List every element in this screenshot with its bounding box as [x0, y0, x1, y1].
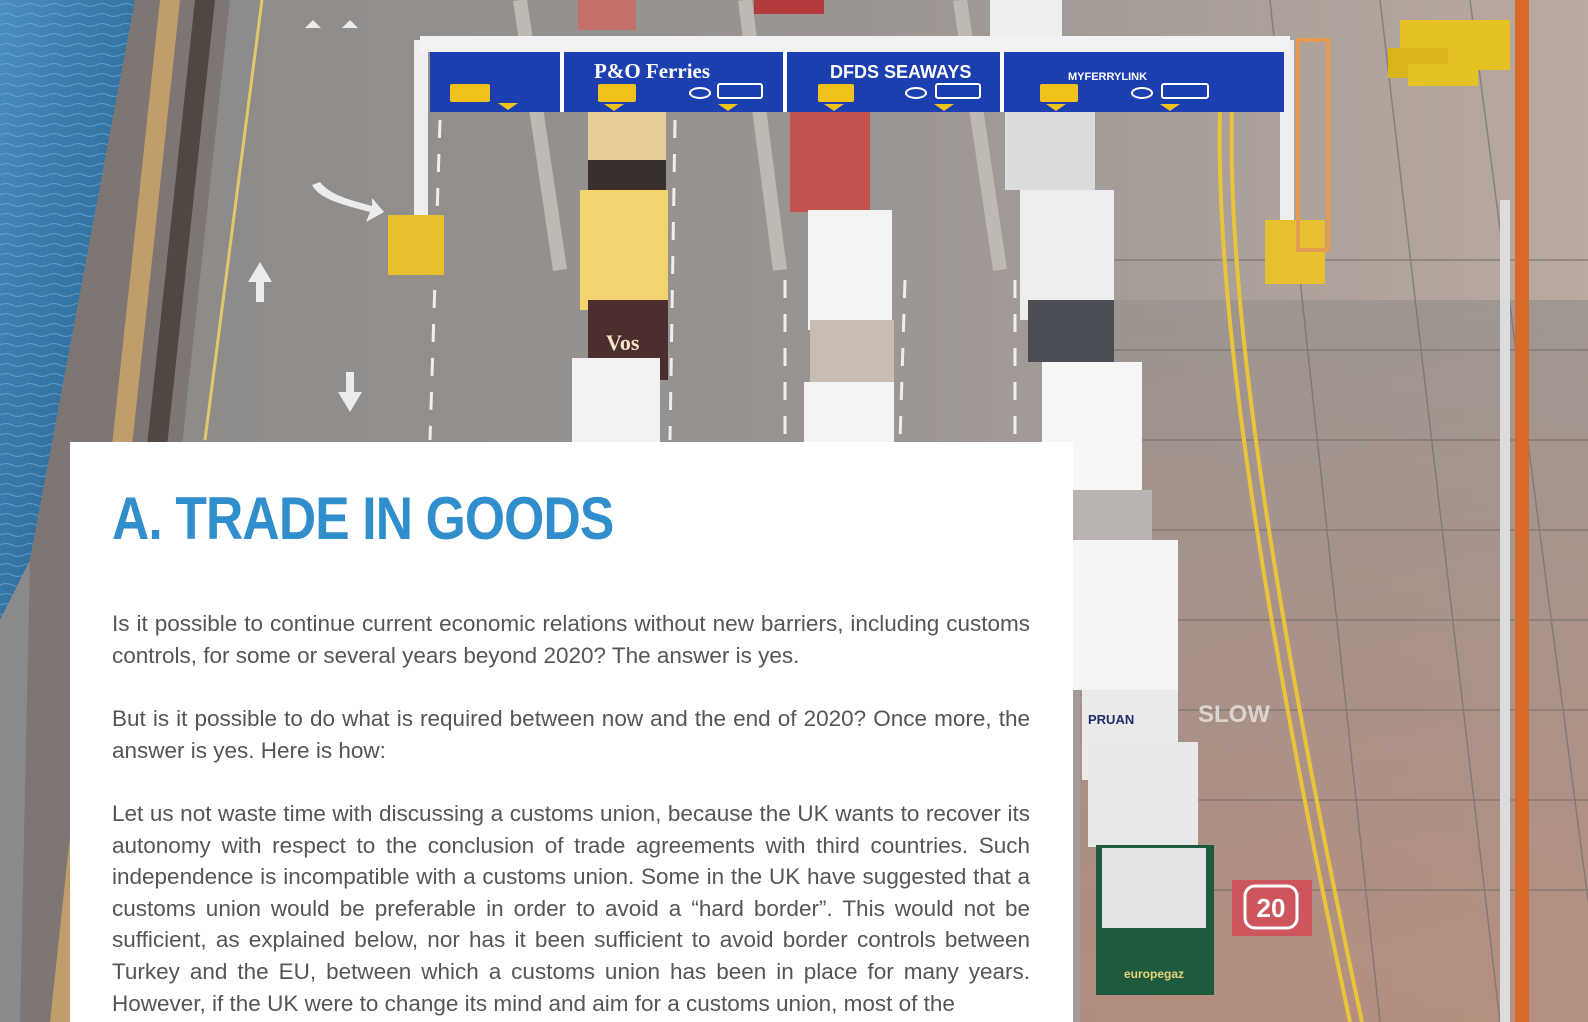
- sign-dfds-seaways: DFDS SEAWAYS: [830, 62, 971, 82]
- ferry-sign: P&O Ferries DFDS SEAWAYS MYFERRYLINK: [430, 52, 1284, 112]
- svg-text:20: 20: [1257, 893, 1286, 923]
- speed-limit-marking: 20: [1232, 880, 1312, 936]
- slow-marking: SLOW: [1198, 701, 1270, 728]
- paragraph-3: Let us not waste time with discussing a …: [112, 801, 1030, 1016]
- paragraph-1: Is it possible to continue current econo…: [112, 611, 1030, 668]
- paragraph-2: But is it possible to do what is require…: [112, 706, 1030, 763]
- truck-label-europegaz: europegaz: [1124, 967, 1184, 981]
- sign-po-ferries: P&O Ferries: [594, 59, 710, 83]
- sign-myferrylink: MYFERRYLINK: [1068, 71, 1147, 83]
- truck-label-pruan: PRUAN: [1088, 712, 1134, 727]
- section-heading: A. TRADE IN GOODS: [112, 485, 614, 552]
- truck-label-vos: Vos: [606, 330, 640, 355]
- article-card: A. TRADE IN GOODS Is it possible to cont…: [70, 442, 1073, 1022]
